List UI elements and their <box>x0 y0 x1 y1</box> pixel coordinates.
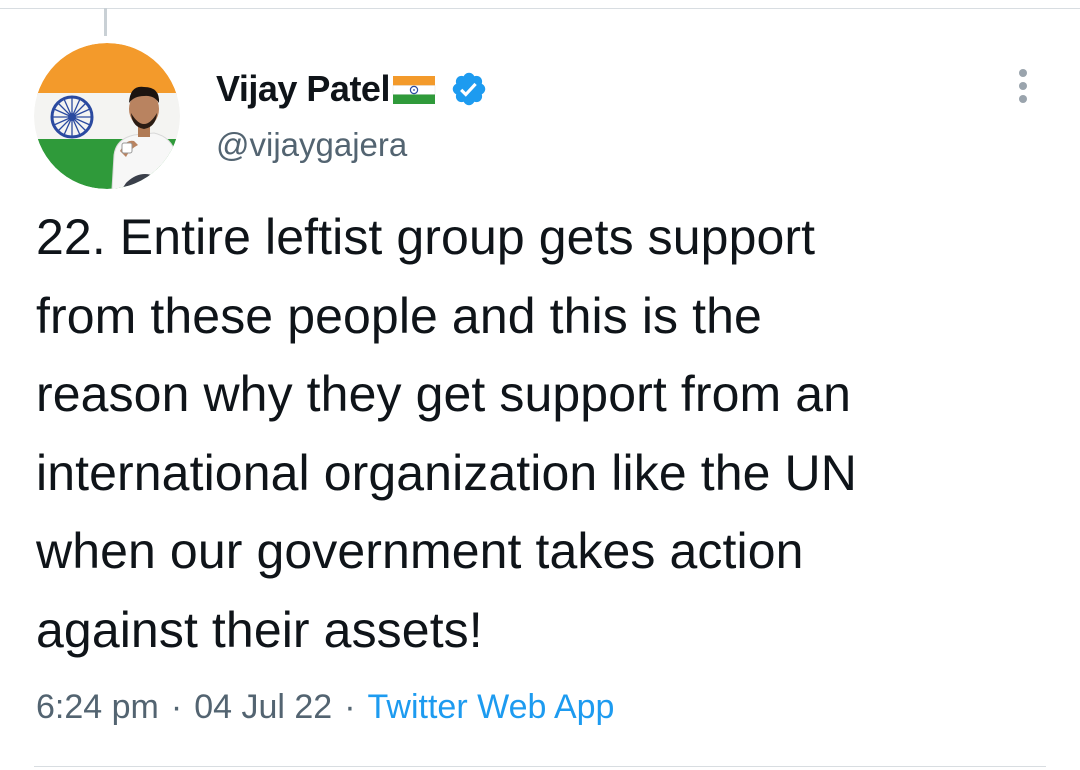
more-vertical-icon <box>1019 69 1027 103</box>
author-handle[interactable]: @vijaygajera <box>216 126 407 164</box>
bottom-divider <box>34 766 1046 767</box>
thread-connector-line <box>104 8 107 36</box>
tweet-date[interactable]: 04 Jul 22 <box>194 688 332 727</box>
meta-separator: · <box>170 687 183 726</box>
tweet-metadata: 6:24 pm · 04 Jul 22 · Twitter Web App <box>36 682 614 732</box>
avatar[interactable] <box>34 43 180 189</box>
more-options-button[interactable] <box>1000 62 1046 112</box>
tweet-text: 22. Entire leftist group gets support fr… <box>36 209 857 658</box>
top-divider <box>0 8 1080 9</box>
tweet-time[interactable]: 6:24 pm <box>36 688 159 727</box>
india-flag-emoji-icon <box>392 74 436 106</box>
author-name[interactable]: Vijay Patel <box>216 68 390 110</box>
author-line[interactable]: Vijay Patel <box>216 64 488 114</box>
verified-badge-icon <box>450 70 488 108</box>
avatar-image <box>34 43 180 189</box>
tweet-source-link[interactable]: Twitter Web App <box>368 688 615 727</box>
meta-separator: · <box>344 687 356 726</box>
